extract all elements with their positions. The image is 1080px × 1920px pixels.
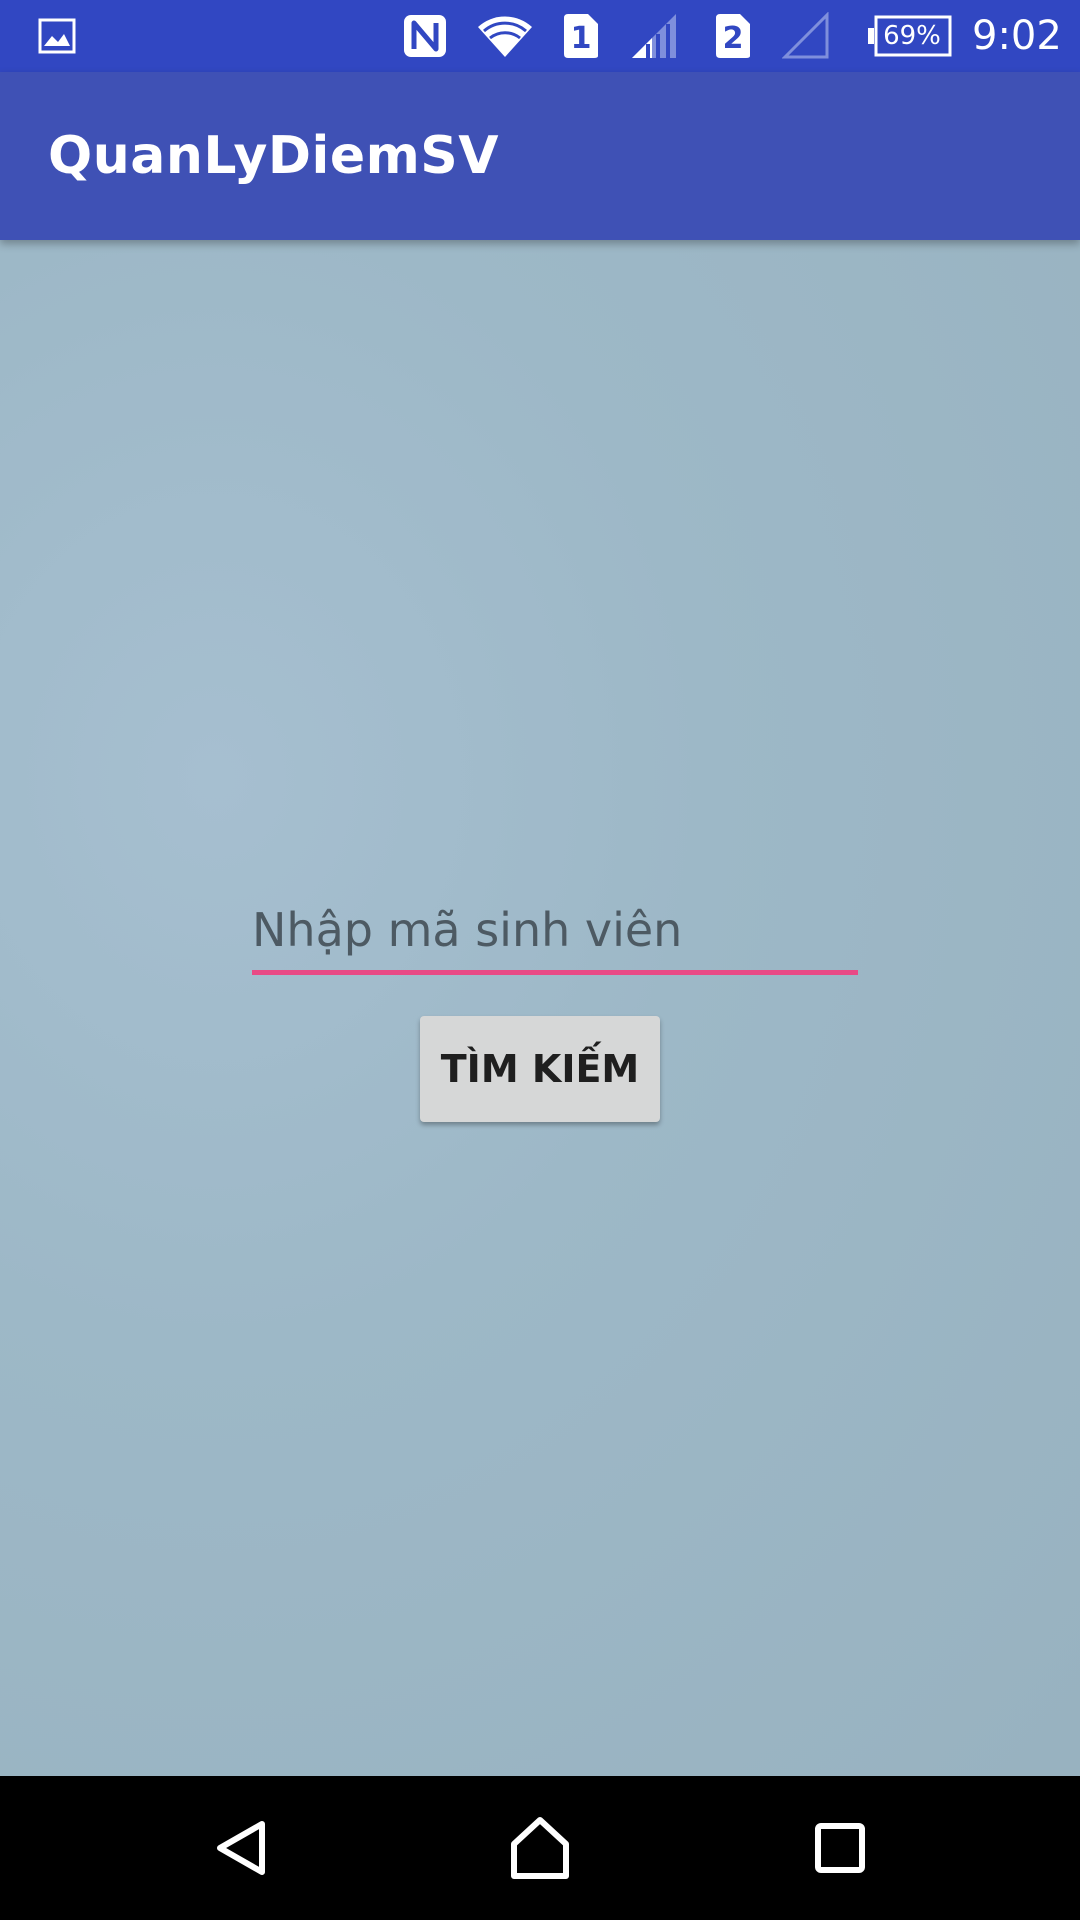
image-notification-icon [38,0,76,72]
svg-text:2: 2 [723,21,744,56]
main-content: TÌM KIẾM [0,240,1080,1776]
status-time-container: 9:02 [972,0,1062,72]
student-id-input[interactable] [252,890,858,970]
sim2-icon: 2 [714,0,752,72]
sim1-icon: 1 [562,0,600,72]
svg-text:1: 1 [571,21,592,56]
recents-button[interactable] [768,1776,912,1920]
app-title: QuanLyDiemSV [48,126,499,186]
student-id-field [252,890,858,976]
app-bar: QuanLyDiemSV [0,72,1080,240]
nav-bar [0,1776,1080,1920]
recents-icon [815,1823,865,1873]
battery-icon: 69% [868,0,952,72]
nfc-icon [402,0,448,72]
home-icon [511,1817,569,1879]
back-button[interactable] [170,1776,314,1920]
back-icon [217,1821,265,1875]
wifi-icon [476,0,534,72]
status-time: 9:02 [972,13,1062,59]
home-button[interactable] [468,1776,612,1920]
search-button[interactable]: TÌM KIẾM [420,1016,660,1122]
signal-icon [630,0,678,72]
input-underline [252,970,858,975]
status-bar: 1 2 69% 9:02 [0,0,1080,72]
signal-empty-icon [782,0,830,72]
battery-percent: 69% [883,21,941,51]
